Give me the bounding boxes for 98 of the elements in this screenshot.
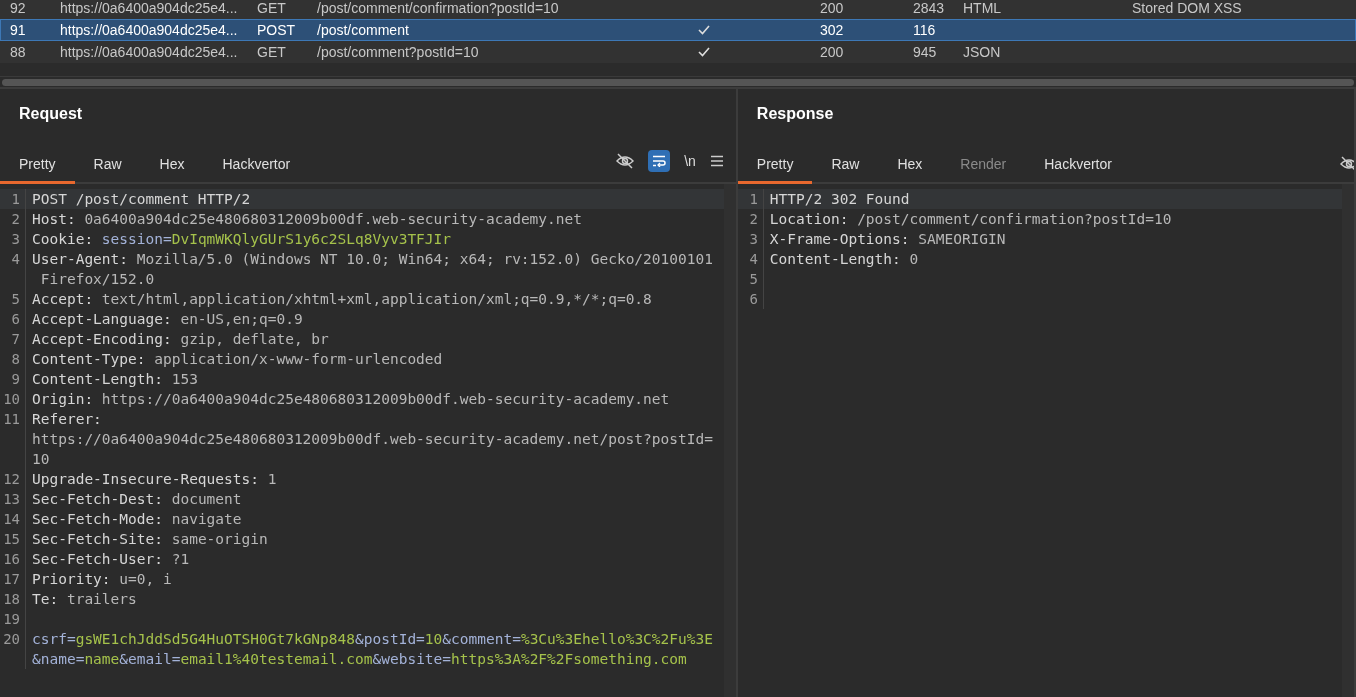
tab[interactable]: Hex: [878, 156, 942, 184]
table-cell-text: 88: [10, 44, 27, 60]
line-number: 4: [737, 249, 764, 269]
line-number: 9: [0, 369, 26, 389]
line-number: 17: [0, 569, 26, 589]
code-editor[interactable]: [0, 184, 736, 697]
code-line: POST /post/comment HTTP/2: [32, 190, 251, 209]
line-number: 18: [0, 589, 26, 609]
code-line: Content-Type: application/x-www-form-urlencoded: [32, 350, 443, 369]
tab[interactable]: Hackvertor: [203, 156, 310, 184]
line-number: 11: [0, 409, 26, 469]
table-cell-text: Stored DOM XSS: [1132, 0, 1243, 16]
line-number: 8: [0, 349, 26, 369]
line-number: 4: [0, 249, 26, 289]
tab[interactable]: Raw: [812, 156, 879, 184]
code-line: User-Agent: Mozilla/5.0 (Windows NT 10.0; Win64; x64; rv:152.0) Gecko/20100101: [32, 250, 713, 269]
table-cell-text: 945: [913, 44, 938, 60]
table-cell-text: 92: [10, 0, 27, 16]
wrap-button[interactable]: [648, 150, 671, 172]
code-line: Sec-Fetch-Site: same-origin: [32, 530, 268, 549]
table-cell-text: 2843: [913, 0, 946, 16]
table-cell-text: https://0a6400a904dc25e4...: [60, 22, 239, 38]
table-cell-text: https://0a6400a904dc25e4...: [60, 0, 239, 16]
history-row[interactable]: 92 https://0a6400a904dc25e4... GET /post/comment/confirmation?postId=10 200 2843 HTML Stored DOM XSS: [0, 0, 1356, 19]
line-number: 5: [0, 289, 26, 309]
table-cell-text: https://0a6400a904dc25e4...: [60, 44, 239, 60]
line-number: 6: [737, 289, 764, 309]
line-number: 19: [0, 609, 26, 629]
line-number: 2: [0, 209, 26, 229]
table-cell-text: /post/comment: [317, 22, 410, 38]
scrollbar-thumb[interactable]: [2, 78, 1354, 86]
code-line: &name=name&email=email1%40testemail.com&website=https%3A%2F%2Fsomething.com: [32, 650, 688, 669]
code-line: Origin: https://0a6400a904dc25e480680312009b00df.web-security-academy.net: [32, 390, 670, 409]
wrap-icon: [652, 155, 667, 167]
line-number: 13: [0, 489, 26, 509]
tab[interactable]: Hex: [140, 156, 204, 184]
table-cell-text: /post/comment?postId=10: [317, 44, 480, 60]
table-cell-text: GET: [257, 0, 287, 16]
tab[interactable]: Raw: [74, 156, 141, 184]
check-icon: [698, 25, 710, 35]
line-number: 14: [0, 509, 26, 529]
line-number: 3: [0, 229, 26, 249]
line-number: 1: [737, 189, 764, 209]
table-cell-text: 200: [820, 44, 845, 60]
code-line: Referer:: [32, 410, 103, 429]
table-cell-text: GET: [257, 44, 287, 60]
code-line: csrf=gsWE1chJddSd5G4HuOTSH0Gt7kGNp848&postId=10&comment=%3Cu%3Ehello%3C%2Fu%3E: [32, 630, 713, 649]
code-editor[interactable]: 1 HTTP/2 302 Found 2 Location: /post/comment/confirmation?postId=10 3 X-Frame-Options: SAMEORIGIN 4 Content-Length: 0 5 6: [737, 184, 1354, 697]
code-line: Cookie: session=DvIqmWKQlyGUrS1y6c2SLq8Vyv3TFJIr: [32, 230, 452, 249]
code-line: HTTP/2 302 Found: [769, 190, 910, 209]
table-cell-text: 116: [913, 22, 937, 38]
check-icon: [698, 47, 710, 57]
history-row[interactable]: 88 https://0a6400a904dc25e4... GET /post/comment?postId=10 200 945 JSON: [0, 41, 1356, 63]
code-line: Priority: u=0, i: [32, 570, 172, 589]
code-line: Accept: text/html,application/xhtml+xml,application/xml;q=0.9,*/*;q=0.8: [32, 290, 652, 309]
code-line: 10: [32, 450, 51, 469]
code-line: Upgrade-Insecure-Requests: 1: [32, 470, 277, 489]
code-line: Host: 0a6400a904dc25e480680312009b00df.web-security-academy.net: [32, 210, 582, 229]
table-cell-text: /post/comment/confirmation?postId=10: [317, 0, 560, 16]
line-number: 12: [0, 469, 26, 489]
table-cell-text: POST: [257, 22, 297, 38]
code-line: Firefox/152.0: [39, 270, 156, 289]
code-line: Content-Length: 153: [32, 370, 198, 389]
table-cell-text: 91: [10, 22, 27, 38]
tab[interactable]: Pretty: [737, 156, 813, 184]
line-number: 20: [0, 629, 26, 669]
code-line: Accept-Encoding: gzip, deflate, br: [32, 330, 329, 349]
line-number: 15: [0, 529, 26, 549]
hidden-eye-icon[interactable]: [616, 153, 635, 169]
code-line: Sec-Fetch-Dest: document: [32, 490, 242, 509]
line-number: 2: [737, 209, 764, 229]
code-line: https://0a6400a904dc25e480680312009b00df.web-security-academy.net/post?postId=: [32, 430, 713, 449]
hidden-eye-icon[interactable]: [1340, 156, 1354, 172]
line-number: 7: [0, 329, 26, 349]
code-line: X-Frame-Options: SAMEORIGIN: [769, 230, 1006, 249]
line-number: 5: [737, 269, 764, 289]
code-line: Accept-Language: en-US,en;q=0.9: [32, 310, 303, 329]
newline-toggle[interactable]: \n: [684, 153, 696, 169]
code-line: Location: /post/comment/confirmation?postId=10: [769, 210, 1172, 229]
line-number: 3: [737, 229, 764, 249]
table-cell-text: JSON: [963, 44, 1002, 60]
code-line: Te: trailers: [32, 590, 137, 609]
panel-title: Response: [755, 104, 835, 124]
line-number: 1: [0, 189, 26, 209]
line-number: 6: [0, 309, 26, 329]
tab[interactable]: Pretty: [0, 156, 75, 184]
code-line: Sec-Fetch-Mode: navigate: [32, 510, 242, 529]
code-line: Sec-Fetch-User: ?1: [32, 550, 190, 569]
code-line: Content-Length: 0: [769, 250, 919, 269]
table-cell-text: 302: [820, 22, 845, 38]
table-cell-text: HTML: [963, 0, 1003, 16]
history-row[interactable]: 91 https://0a6400a904dc25e4... POST /post/comment 302 116: [0, 19, 1356, 41]
line-number: 10: [0, 389, 26, 409]
table-cell-text: 200: [820, 0, 845, 16]
tab[interactable]: Hackvertor: [1025, 156, 1131, 184]
menu-icon[interactable]: [709, 155, 724, 167]
line-number: 16: [0, 549, 26, 569]
panel-title: Request: [18, 104, 84, 124]
